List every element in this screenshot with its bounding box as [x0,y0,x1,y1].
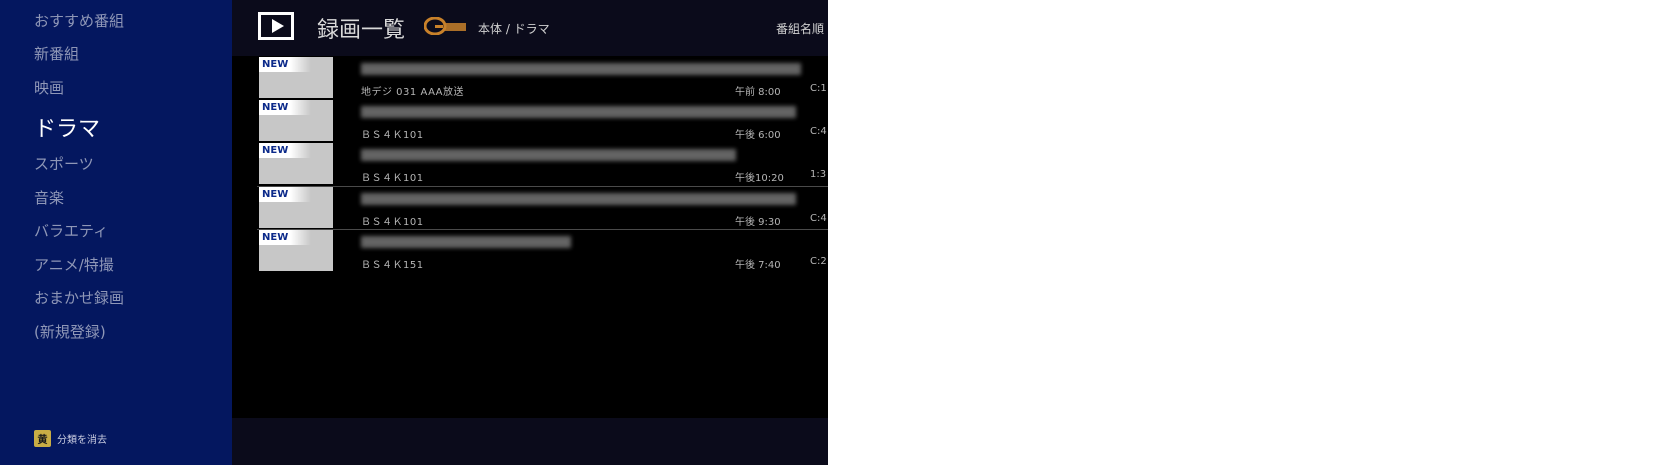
sidebar-item-new-register[interactable]: (新規登録) [34,321,106,342]
recording-row[interactable]: NEW 地デジ 031 AAA放送 午前 8:00 C:1 [232,57,828,100]
play-icon [258,12,294,40]
recording-row[interactable]: NEW ＢＳ４Ｋ101 午後 6:00 C:4 [232,100,828,143]
header-bar: 録画一覧 本体 / ドラマ 番組名順 [232,0,828,56]
new-badge: NEW [259,100,311,115]
sidebar-item-recommended[interactable]: おすすめ番組 [34,10,124,31]
clear-category-hint[interactable]: 黄 分類を消去 [34,430,107,447]
record-time: 午後10:20 [735,173,784,184]
record-duration: C:1 [810,83,827,94]
record-duration: C:4 [810,213,827,224]
new-badge: NEW [259,230,311,245]
recording-row[interactable]: NEW ＢＳ４Ｋ101 午後10:20 1:3 [232,143,828,186]
blurred-title [361,149,736,161]
thumbnail: NEW [259,187,333,228]
new-badge: NEW [259,143,311,158]
thumbnail: NEW [259,100,333,141]
record-duration: C:2 [810,256,827,267]
record-time: 午後 9:30 [735,217,781,228]
sidebar-item-music[interactable]: 音楽 [34,187,64,208]
recorder-screen: おすすめ番組 新番組 映画 ドラマ スポーツ 音楽 バラエティ アニメ/特撮 お… [0,0,828,465]
category-sidebar: おすすめ番組 新番組 映画 ドラマ スポーツ 音楽 バラエティ アニメ/特撮 お… [0,0,232,465]
sidebar-item-auto-record[interactable]: おまかせ録画 [34,287,124,308]
sidebar-item-new-programs[interactable]: 新番組 [34,43,79,64]
page-title: 録画一覧 [317,18,406,43]
thumbnail: NEW [259,57,333,98]
record-time: 午後 6:00 [735,130,781,141]
recording-row[interactable]: NEW ＢＳ４Ｋ151 午後 7:40 C:2 [232,230,828,273]
thumbnail: NEW [259,230,333,271]
blurred-title [361,236,571,248]
channel-label: ＢＳ４Ｋ101 [361,217,424,228]
bottom-bar [232,418,828,465]
sidebar-item-movies[interactable]: 映画 [34,77,64,98]
clear-category-label: 分類を消去 [57,435,107,446]
record-time: 午前 8:00 [735,87,781,98]
record-time: 午後 7:40 [735,260,781,271]
recording-row[interactable]: NEW ＢＳ４Ｋ101 午後 9:30 C:4 [232,187,828,230]
channel-label: ＢＳ４Ｋ101 [361,173,424,184]
channel-label: ＢＳ４Ｋ151 [361,260,424,271]
channel-label: ＢＳ４Ｋ101 [361,130,424,141]
sidebar-item-drama[interactable]: ドラマ [34,111,100,143]
sidebar-item-variety[interactable]: バラエティ [34,220,108,241]
sidebar-item-anime[interactable]: アニメ/特撮 [34,254,114,275]
new-badge: NEW [259,187,311,202]
blurred-title [361,193,796,205]
thumbnail: NEW [259,143,333,184]
new-badge: NEW [259,57,311,72]
record-duration: C:4 [810,126,827,137]
blurred-title [361,106,796,118]
sidebar-item-sports[interactable]: スポーツ [34,153,94,174]
channel-label: 地デジ 031 AAA放送 [361,87,465,98]
gguide-logo [424,17,466,35]
sort-order-label[interactable]: 番組名順 [776,20,824,37]
yellow-key-icon: 黄 [34,430,51,447]
blurred-title [361,63,801,75]
recording-list: NEW 地デジ 031 AAA放送 午前 8:00 C:1 NEW ＢＳ４Ｋ10… [232,57,828,417]
breadcrumb: 本体 / ドラマ [478,22,550,36]
record-duration: 1:3 [810,169,827,180]
